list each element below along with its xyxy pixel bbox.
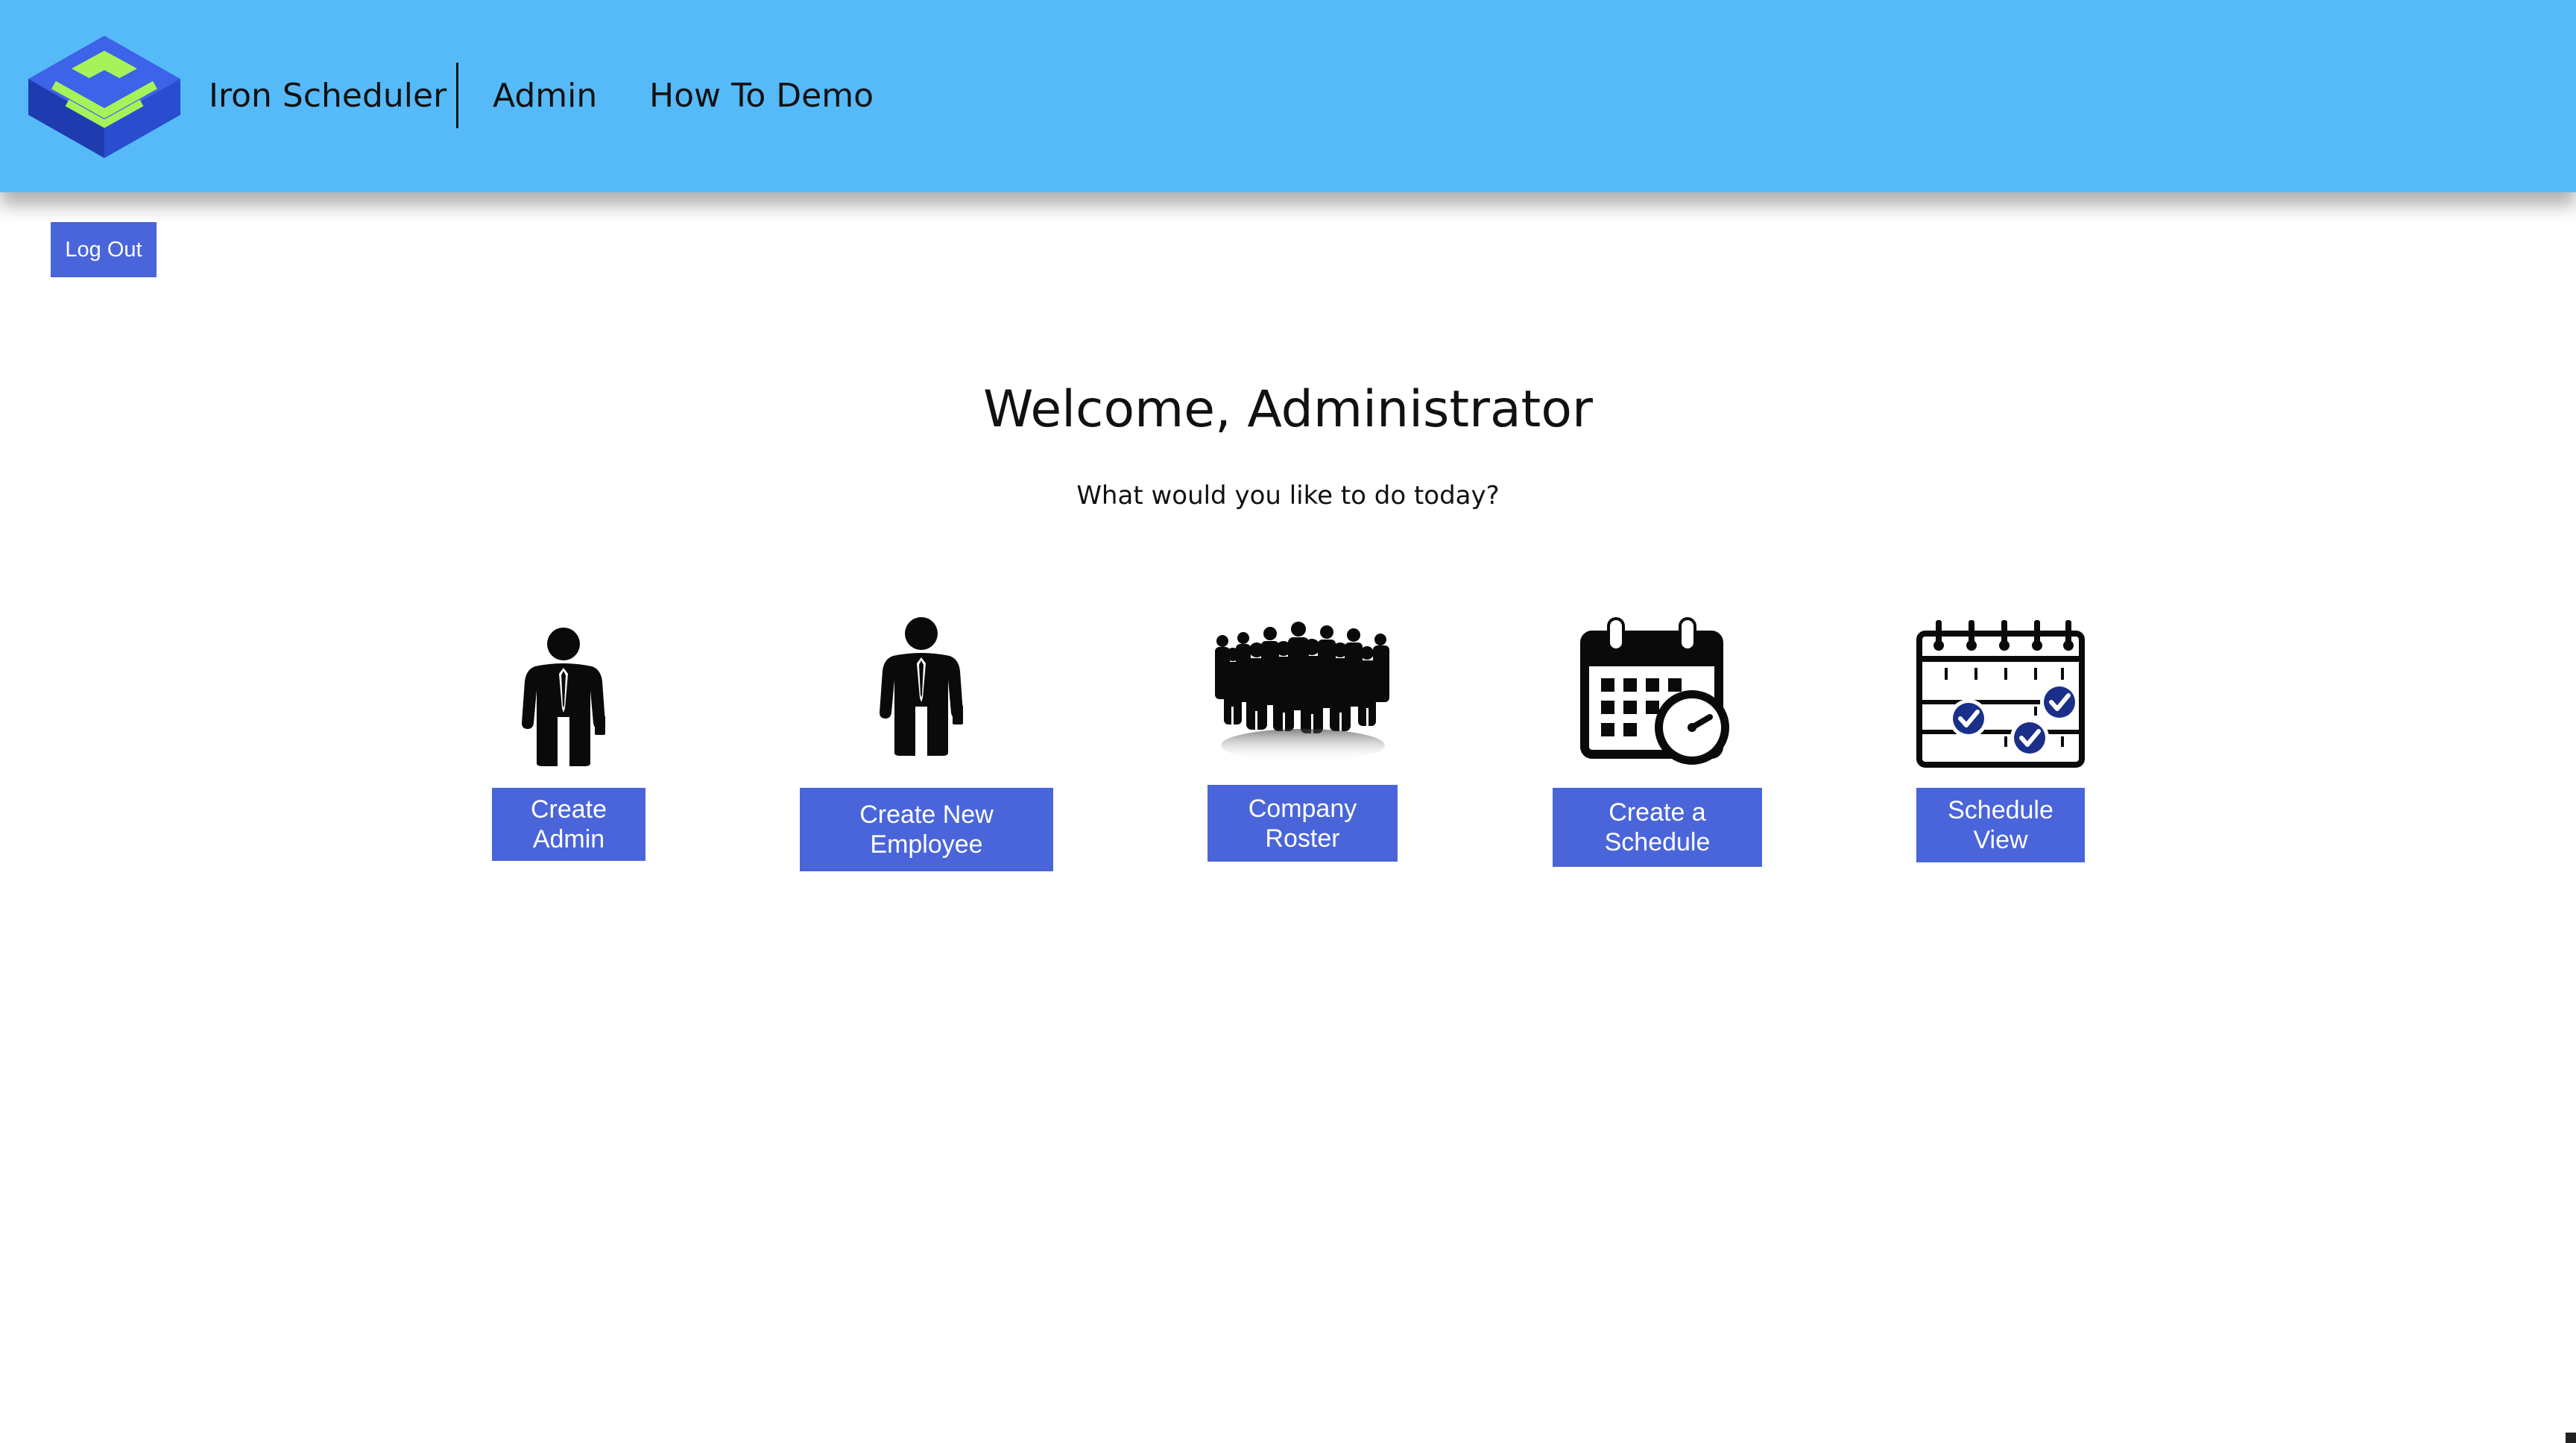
calendar-clock-icon [1580,617,1729,765]
window-corner [2566,1433,2576,1443]
app-root: Iron Scheduler Admin How To Demo Log Out… [0,0,2576,1443]
page-subtitle: What would you like to do today? [1076,481,1500,511]
brand-name[interactable]: Iron Scheduler [209,72,446,121]
iron-scheduler-logo-icon[interactable] [28,36,180,158]
page-title: Welcome, Administrator [983,380,1593,439]
nav-link-admin[interactable]: Admin [493,72,597,121]
create-admin-label: Create Admin [530,795,607,853]
create-a-schedule-button[interactable]: Create a Schedule [1553,788,1762,867]
businessman-icon [522,628,605,766]
employee-icon [880,617,963,756]
company-roster-button[interactable]: Company Roster [1208,785,1398,862]
create-a-schedule-label: Create a Schedule [1604,798,1711,856]
create-admin-button[interactable]: Create Admin [492,788,645,861]
create-new-employee-button[interactable]: Create New Employee [800,788,1053,871]
nav-divider [456,63,458,128]
company-roster-label: Company Roster [1248,794,1357,853]
top-navbar: Iron Scheduler Admin How To Demo [0,0,2576,192]
logout-button[interactable]: Log Out [51,222,157,277]
nav-link-how-to-demo[interactable]: How To Demo [649,72,874,121]
create-new-employee-label: Create New Employee [859,801,994,859]
calendar-check-icon [1916,620,2085,768]
schedule-view-label: Schedule View [1948,796,2053,854]
schedule-view-button[interactable]: Schedule View [1916,788,2085,862]
group-people-icon [1215,622,1389,762]
